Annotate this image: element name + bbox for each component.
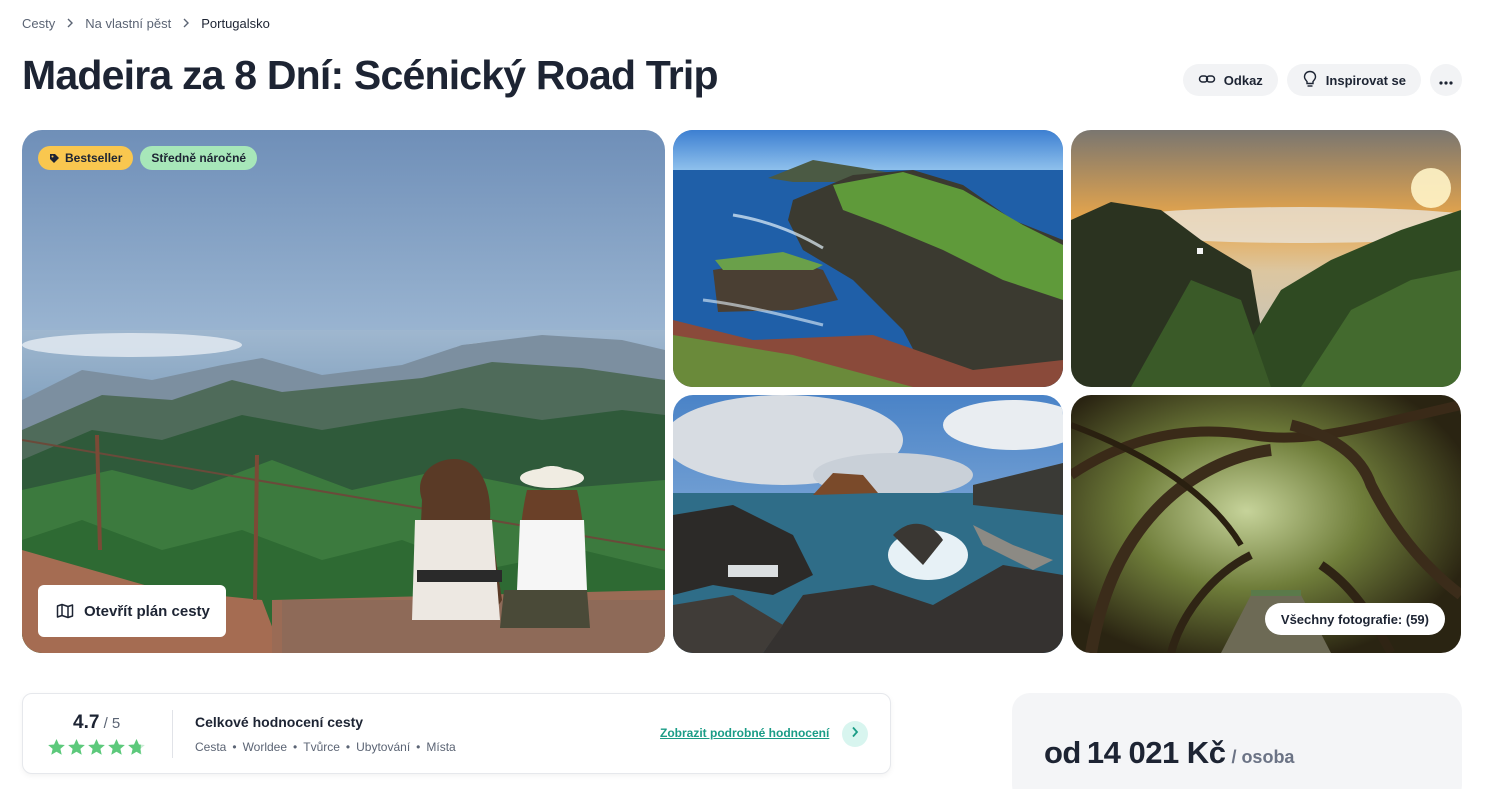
- more-options-button[interactable]: [1430, 64, 1462, 96]
- bullet-separator: •: [293, 740, 298, 754]
- rating-card: 4.7 / 5 Celkové hodnocení cesty Cesta • …: [22, 693, 891, 774]
- more-horizontal-icon: [1439, 73, 1453, 88]
- open-trip-plan-button[interactable]: Otevřít plán cesty: [38, 585, 226, 637]
- bestseller-badge: Bestseller: [38, 146, 134, 170]
- rating-stars: [47, 738, 146, 756]
- rating-category: Místa: [426, 740, 456, 754]
- star-icon: [88, 738, 105, 755]
- photo-coast-cliffs[interactable]: [673, 130, 1063, 387]
- main-photo[interactable]: Bestseller Středně náročné Otevřít plán …: [22, 130, 665, 653]
- price-per-person: / osoba: [1231, 747, 1295, 767]
- chevron-right-icon: [851, 725, 859, 743]
- star-icon: [68, 738, 85, 755]
- rating-score-out-of: / 5: [99, 715, 121, 732]
- breadcrumb: Cesty Na vlastní pěst Portugalsko: [22, 16, 270, 31]
- rating-category: Ubytování: [356, 740, 411, 754]
- rating-divider: [172, 710, 173, 758]
- map-icon: [56, 603, 74, 619]
- inspire-button[interactable]: Inspirovat se: [1286, 64, 1421, 96]
- breadcrumb-item-na-vlastni-pest[interactable]: Na vlastní pěst: [85, 16, 171, 31]
- difficulty-badge: Středně náročné: [140, 146, 258, 170]
- rating-categories: Cesta • Worldee • Tvůrce • Ubytování • M…: [195, 740, 456, 754]
- price-amount: 14 021 Kč: [1086, 735, 1226, 770]
- all-photos-button[interactable]: Všechny fotografie: (59): [1264, 603, 1445, 635]
- bullet-separator: •: [232, 740, 237, 754]
- copy-link-label: Odkaz: [1223, 72, 1263, 88]
- price-card: od 14 021 Kč / osoba: [1012, 693, 1462, 789]
- inspire-label: Inspirovat se: [1325, 72, 1406, 88]
- rating-category: Tvůrce: [303, 740, 340, 754]
- photo-rocky-pools[interactable]: [673, 395, 1063, 653]
- photo-sunset-mountains[interactable]: [1071, 130, 1461, 387]
- tag-icon: [49, 153, 60, 164]
- rating-category: Worldee: [242, 740, 288, 754]
- rating-score: 4.7 / 5: [73, 712, 120, 734]
- main-photo-image: [22, 130, 665, 653]
- bullet-separator: •: [416, 740, 421, 754]
- price-from-label: od: [1044, 735, 1081, 770]
- price: od 14 021 Kč / osoba: [1044, 735, 1294, 771]
- trip-badges: Bestseller Středně náročné: [38, 146, 258, 170]
- chevron-right-icon: [182, 16, 190, 31]
- chevron-right-icon: [66, 16, 74, 31]
- detailed-rating-arrow-button[interactable]: [842, 721, 868, 747]
- lightbulb-icon: [1302, 70, 1318, 91]
- sunset-mountains-image: [1071, 130, 1461, 387]
- rating-category: Cesta: [195, 740, 227, 754]
- star-icon: [108, 738, 125, 755]
- bestseller-label: Bestseller: [65, 151, 123, 165]
- copy-link-button[interactable]: Odkaz: [1182, 64, 1278, 96]
- star-icon: [48, 738, 65, 755]
- detailed-rating-link[interactable]: Zobrazit podrobné hodnocení: [660, 726, 829, 740]
- header-actions: Odkaz Inspirovat se: [1182, 64, 1462, 96]
- breadcrumb-item-cesty[interactable]: Cesty: [22, 16, 55, 31]
- page-title: Madeira za 8 Dní: Scénický Road Trip: [22, 52, 719, 98]
- link-icon: [1198, 70, 1216, 91]
- star-partial-icon: [128, 738, 145, 755]
- rating-score-value: 4.7: [73, 712, 100, 733]
- rating-title: Celkové hodnocení cesty: [195, 714, 364, 730]
- rocky-pools-image: [673, 395, 1063, 653]
- open-trip-plan-label: Otevřít plán cesty: [84, 602, 210, 620]
- bullet-separator: •: [345, 740, 351, 754]
- coast-cliffs-image: [673, 130, 1063, 387]
- breadcrumb-item-portugalsko[interactable]: Portugalsko: [201, 16, 270, 31]
- photo-laurel-forest[interactable]: Všechny fotografie: (59): [1071, 395, 1461, 653]
